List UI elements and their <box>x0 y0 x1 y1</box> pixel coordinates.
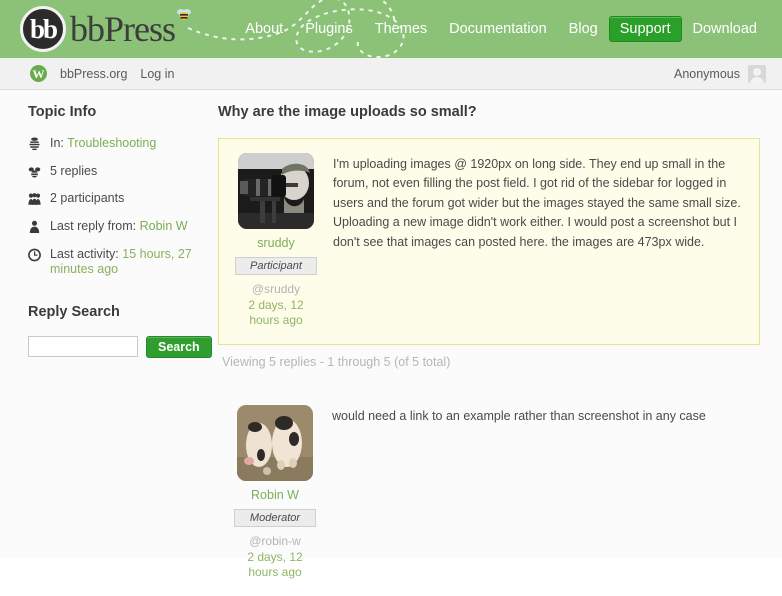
reply-body: I'm uploading images @ 1920px on long si… <box>333 157 741 249</box>
reply-date: 2 days, 12 hours ago <box>247 550 303 579</box>
reply-author-role: Moderator <box>234 509 316 527</box>
admin-user-label: Anonymous <box>673 66 740 81</box>
piglets-avatar[interactable] <box>237 405 313 481</box>
reply-date: 2 days, 12 hours ago <box>248 298 304 327</box>
search-input[interactable] <box>28 336 138 358</box>
info-prefix-last-reply: Last reply from: <box>50 218 137 233</box>
main-navigation: About Plugins Themes Documentation Blog … <box>234 0 768 58</box>
info-item-replies: 5 replies <box>28 164 200 180</box>
info-item-forum: In: Troubleshooting <box>28 136 200 152</box>
avatar-icon <box>748 64 766 83</box>
reply-author-handle: @robin-w <box>249 534 301 548</box>
info-item-last-activity: Last activity: 15 hours, 27 minutes ago <box>28 247 200 278</box>
site-logo[interactable]: bb bbPress <box>20 6 176 52</box>
admin-bar-right[interactable]: Anonymous <box>673 64 766 83</box>
info-replies-count: 5 replies <box>50 163 98 178</box>
info-link-robin-w[interactable]: Robin W <box>140 219 188 233</box>
reply-author-name[interactable]: Robin W <box>234 488 316 502</box>
info-prefix-last-activity: Last activity: <box>50 246 119 261</box>
reply-item: Robin W Moderator @robin-w 2 days, 12 ho… <box>218 391 760 596</box>
admin-bar: W bbPress.org Log in Anonymous <box>0 58 782 90</box>
reply-author-block: sruddy Participant @sruddy 2 days, 12 ho… <box>235 153 317 328</box>
admin-site-name[interactable]: bbPress.org <box>60 67 127 81</box>
nav-support[interactable]: Support <box>608 16 682 42</box>
reply-icon <box>28 167 41 178</box>
participants-icon <box>28 193 41 206</box>
photographer-avatar[interactable] <box>238 153 314 229</box>
search-button[interactable]: Search <box>146 335 212 358</box>
nav-plugins[interactable]: Plugins <box>294 16 364 42</box>
site-header: bb bbPress About Plugins Themes Document… <box>0 0 782 58</box>
info-prefix-forum: In: <box>50 136 64 150</box>
reply-search-form: Search <box>28 335 212 358</box>
reply-author-handle: @sruddy <box>251 282 301 296</box>
bb-logo-mark: bb <box>20 6 66 52</box>
wordpress-icon[interactable]: W <box>30 65 47 82</box>
info-item-last-reply: Last reply from: Robin W <box>28 219 200 235</box>
main-content: Why are the image uploads so small? srud… <box>218 90 782 579</box>
info-link-troubleshooting[interactable]: Troubleshooting <box>67 136 156 150</box>
info-item-participants: 2 participants <box>28 191 200 207</box>
nav-download[interactable]: Download <box>682 16 769 42</box>
nav-documentation[interactable]: Documentation <box>438 16 558 42</box>
reply-body: would need a link to an example rather t… <box>332 409 706 423</box>
admin-login-link[interactable]: Log in <box>140 67 174 81</box>
topic-info-list: In: Troubleshooting 5 replies 2 particip… <box>28 136 200 278</box>
forum-icon <box>29 137 40 150</box>
bee-icon <box>177 9 191 20</box>
site-logo-text: bbPress <box>70 9 176 49</box>
clock-icon <box>28 248 41 261</box>
reply-author-block: Robin W Moderator @robin-w 2 days, 12 ho… <box>234 405 316 580</box>
reply-item: sruddy Participant @sruddy 2 days, 12 ho… <box>218 138 760 345</box>
nav-themes[interactable]: Themes <box>364 16 438 42</box>
pagination-note: Viewing 5 replies - 1 through 5 (of 5 to… <box>222 355 451 369</box>
sidebar: Topic Info In: Troubleshooting 5 replies… <box>0 90 218 559</box>
nav-about[interactable]: About <box>234 16 294 42</box>
nav-blog[interactable]: Blog <box>558 16 609 42</box>
admin-bar-left: W bbPress.org Log in <box>30 65 174 82</box>
info-participants-count: 2 participants <box>50 191 125 206</box>
page-title: Why are the image uploads so small? <box>218 104 477 120</box>
topic-info-title: Topic Info <box>28 104 97 120</box>
reply-author-name[interactable]: sruddy <box>235 236 317 250</box>
user-icon <box>29 220 40 233</box>
reply-search-title: Reply Search <box>28 303 120 320</box>
page-body: Topic Info In: Troubleshooting 5 replies… <box>0 90 782 579</box>
reply-author-role: Participant <box>235 257 317 275</box>
